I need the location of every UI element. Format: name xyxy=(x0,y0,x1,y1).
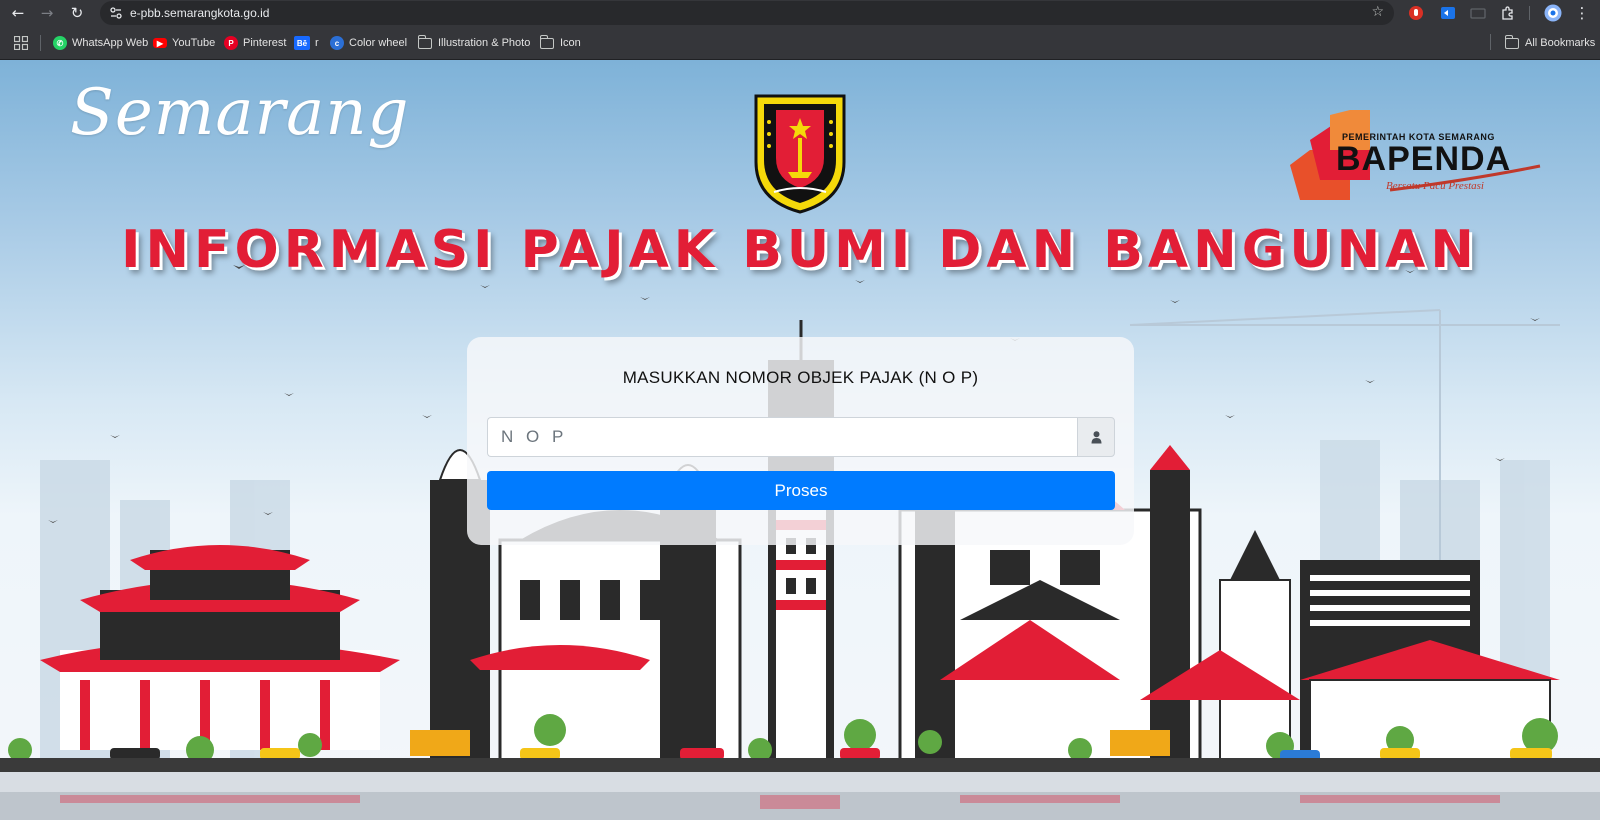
city-crest-emblem xyxy=(754,94,846,214)
bookmark-folder-icon[interactable]: Icon xyxy=(539,34,581,51)
proses-button[interactable]: Proses xyxy=(487,471,1115,510)
site-settings-icon[interactable] xyxy=(108,5,124,21)
page-content: Semarang PEMERINTAH KOTA SEMARANG BAPEND… xyxy=(0,60,1600,820)
nop-form-card: MASUKKAN NOMOR OBJEK PAJAK (N O P) Prose… xyxy=(467,337,1134,545)
bookmark-whatsapp[interactable]: ✆ WhatsApp Web xyxy=(53,35,148,51)
folder-icon xyxy=(539,34,554,49)
pinterest-icon: P xyxy=(224,36,238,50)
bookmark-label: r xyxy=(315,37,319,49)
forward-arrow-icon[interactable]: → xyxy=(37,3,57,23)
folder-icon xyxy=(417,34,432,49)
all-bookmarks[interactable]: All Bookmarks xyxy=(1504,34,1596,51)
url-text: e-pbb.semarangkota.go.id xyxy=(130,6,270,20)
bookmarks-separator xyxy=(40,35,41,51)
color-wheel-icon: c xyxy=(330,36,344,50)
bookmark-color-wheel[interactable]: c Color wheel xyxy=(330,35,407,51)
extension-red-icon[interactable] xyxy=(1408,5,1424,21)
page-title-banner: INFORMASI PAJAK BUMI DAN BANGUNAN xyxy=(121,220,1479,280)
bapenda-name: BAPENDA xyxy=(1336,140,1512,178)
behance-icon: Bē xyxy=(294,36,310,50)
bookmark-label: YouTube xyxy=(172,37,216,49)
extension-blue-icon[interactable] xyxy=(1440,5,1456,21)
browser-toolbar: ← → ↻ e-pbb.semarangkota.go.id ☆ ⋮ xyxy=(0,0,1600,26)
bookmark-behance[interactable]: Bē r xyxy=(294,35,319,51)
bapenda-logo: PEMERINTAH KOTA SEMARANG BAPENDA Bersatu… xyxy=(1290,110,1560,200)
bookmarks-bar: ✆ WhatsApp Web ▶ YouTube P Pinterest Bē … xyxy=(0,26,1600,60)
bookmark-label: WhatsApp Web xyxy=(72,37,149,49)
whatsapp-icon: ✆ xyxy=(53,36,67,50)
youtube-icon: ▶ xyxy=(153,38,167,48)
reload-icon[interactable]: ↻ xyxy=(67,3,87,23)
bookmark-label: Pinterest xyxy=(243,37,287,49)
profile-avatar-icon[interactable] xyxy=(1544,4,1562,22)
back-arrow-icon[interactable]: ← xyxy=(8,3,28,23)
bookmark-label: Icon xyxy=(560,37,581,49)
bookmarks-divider xyxy=(1490,34,1491,50)
folder-icon xyxy=(1504,34,1519,49)
bookmark-label: Illustration & Photo xyxy=(438,37,531,49)
address-bar[interactable]: e-pbb.semarangkota.go.id ☆ xyxy=(100,1,1394,25)
nop-input[interactable] xyxy=(487,417,1077,457)
bapenda-tagline: Bersatu Pacu Prestasi xyxy=(1386,180,1484,192)
bookmark-label: Color wheel xyxy=(349,37,408,49)
bookmark-folder-illustration[interactable]: Illustration & Photo xyxy=(417,34,531,51)
toolbar-divider xyxy=(1529,6,1530,20)
nop-input-addon xyxy=(1077,417,1115,457)
menu-kebab-icon[interactable]: ⋮ xyxy=(1572,3,1592,23)
extension-media-icon[interactable] xyxy=(1470,5,1486,21)
bookmark-youtube[interactable]: ▶ YouTube xyxy=(153,35,215,51)
bookmark-star-icon[interactable]: ☆ xyxy=(1371,4,1384,20)
semarang-script-logo: Semarang xyxy=(70,76,410,150)
bookmark-pinterest[interactable]: P Pinterest xyxy=(224,35,286,51)
all-bookmarks-label: All Bookmarks xyxy=(1525,37,1596,49)
extensions-puzzle-icon[interactable] xyxy=(1500,5,1516,21)
user-icon xyxy=(1091,431,1102,444)
apps-grid-icon[interactable] xyxy=(14,36,28,50)
form-title: MASUKKAN NOMOR OBJEK PAJAK (N O P) xyxy=(622,368,979,387)
